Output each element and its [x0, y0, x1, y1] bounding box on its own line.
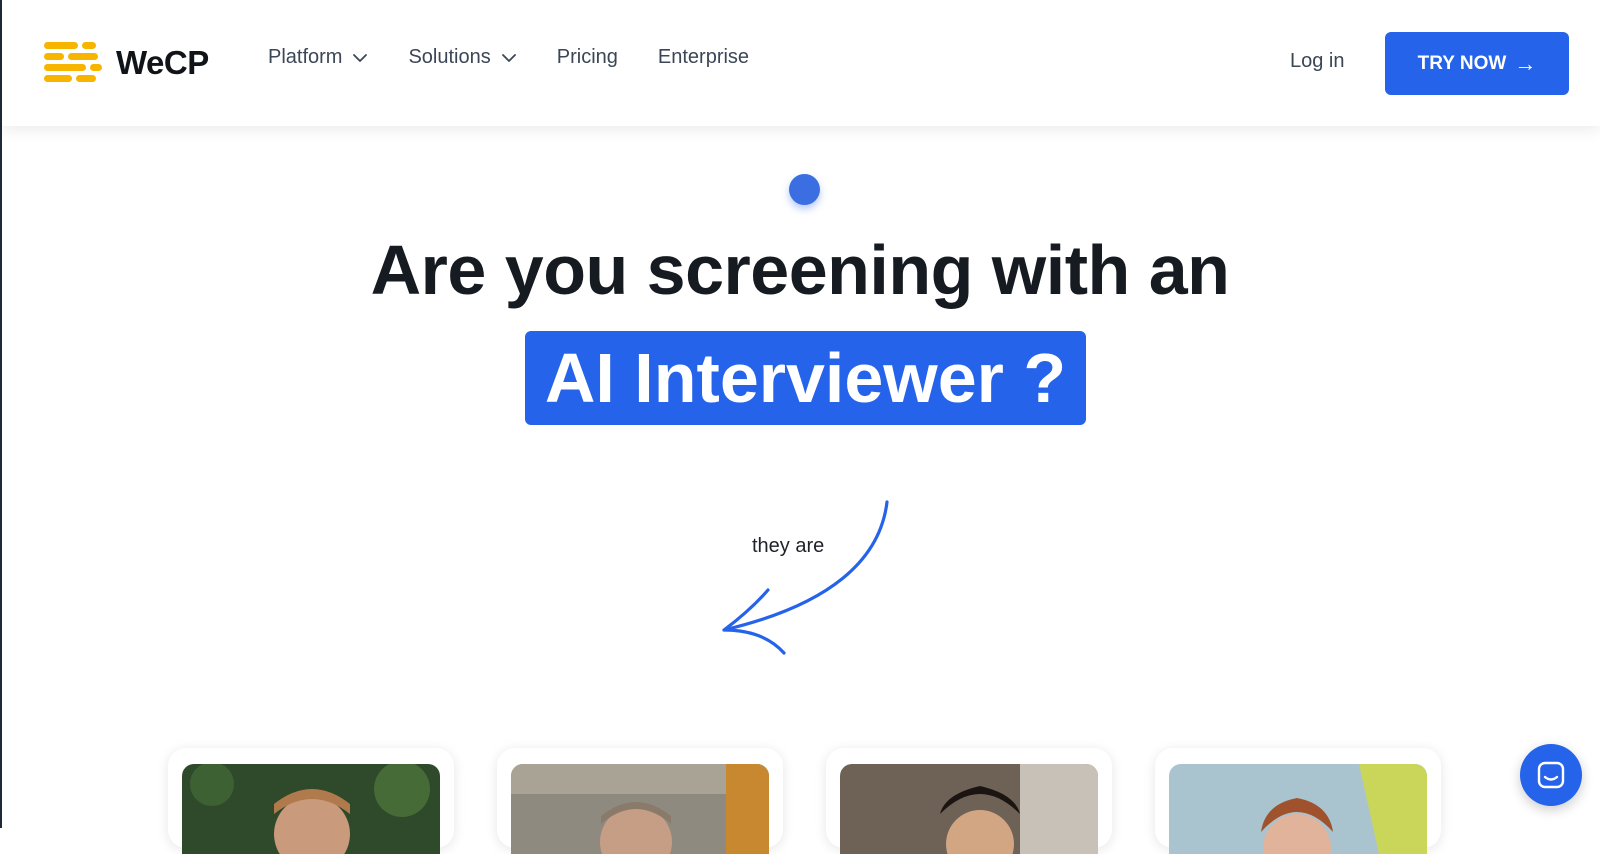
nav-item-solutions[interactable]: Solutions	[408, 46, 516, 69]
chat-icon	[1537, 761, 1565, 789]
nav-item-label: Pricing	[556, 46, 618, 68]
hero-highlight: AI Interviewer ?	[525, 331, 1086, 425]
chevron-down-icon	[353, 53, 368, 62]
main-nav: Platform Solutions Pricing Enterprise	[268, 46, 789, 69]
arrow-right-icon: →	[1514, 50, 1537, 76]
nav-item-label: Platform	[268, 46, 343, 68]
login-link[interactable]: Log in	[1290, 50, 1345, 73]
nav-item-enterprise[interactable]: Enterprise	[658, 46, 749, 69]
person-photo	[511, 764, 769, 854]
person-card-2[interactable]	[497, 748, 783, 854]
person-card-4[interactable]	[1155, 748, 1441, 854]
chevron-down-icon	[501, 53, 516, 62]
chat-launcher-button[interactable]	[1520, 744, 1582, 806]
person-photo	[840, 764, 1098, 854]
person-card-3[interactable]	[826, 748, 1112, 854]
person-photo	[182, 764, 440, 854]
wecp-logo-icon	[44, 40, 104, 86]
hero-dot	[789, 174, 820, 205]
hero-headline: Are you screening with an	[370, 231, 1230, 309]
nav-item-platform[interactable]: Platform	[268, 46, 368, 69]
curved-arrow-icon	[722, 500, 889, 655]
brand-name: WeCP	[116, 44, 209, 81]
nav-item-label: Enterprise	[657, 46, 750, 68]
try-now-button[interactable]: TRY NOW →	[1385, 32, 1569, 95]
nav-item-label: Solutions	[408, 46, 491, 68]
person-photo	[1169, 764, 1427, 854]
site-header: WeCP Platform Solutions Pricing Enterpri…	[2, 0, 1600, 126]
person-card-1[interactable]	[168, 748, 454, 854]
nav-item-pricing[interactable]: Pricing	[557, 46, 618, 69]
try-now-label: TRY NOW	[1417, 52, 1507, 74]
brand-logo[interactable]: WeCP	[44, 40, 209, 86]
